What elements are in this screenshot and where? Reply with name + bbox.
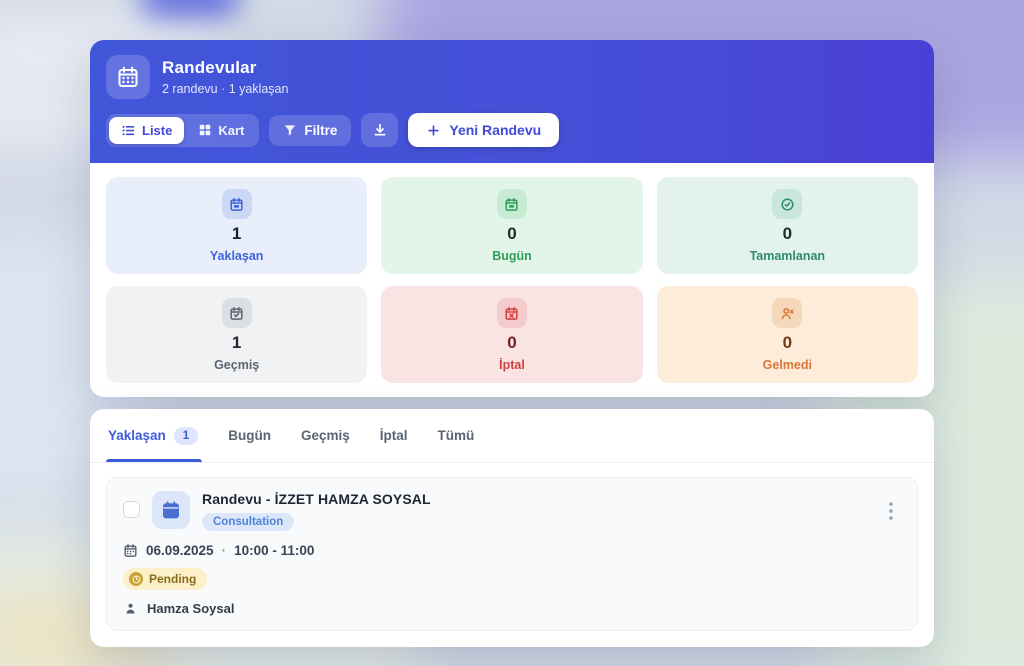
- appointment-type-badge: Consultation: [202, 513, 295, 531]
- person-name: Hamza Soysal: [147, 601, 235, 616]
- stat-label: Bugün: [492, 249, 532, 263]
- tab-label: Bugün: [228, 428, 271, 443]
- appointments-summary-panel: Randevular 2 randevu · 1 yaklaşan Liste: [90, 40, 934, 397]
- stat-card-tamamlanan[interactable]: 0 Tamamlanan: [656, 177, 918, 274]
- tab-yaklasan[interactable]: Yaklaşan 1: [105, 409, 203, 462]
- calendar-icon: [221, 189, 252, 219]
- list-view-button[interactable]: Liste: [109, 116, 185, 144]
- page-subtitle: 2 randevu · 1 yaklaşan: [162, 82, 289, 96]
- appointment-date: 06.09.2025: [146, 543, 214, 558]
- appointment-card[interactable]: Randevu - İZZET HAMZA SOYSAL Consultatio…: [106, 477, 918, 631]
- background-blur: [140, 0, 240, 16]
- appointments-list-panel: Yaklaşan 1 Bugün Geçmiş İptal Tümü Rande…: [90, 409, 934, 647]
- stat-label: İptal: [499, 358, 525, 372]
- appointment-checkbox[interactable]: [123, 501, 140, 518]
- stat-value: 0: [782, 333, 793, 352]
- stat-label: Tamamlanan: [749, 249, 826, 263]
- appointment-menu-button[interactable]: [879, 498, 903, 524]
- check-circle-icon: [772, 189, 803, 219]
- appointments-header: Randevular 2 randevu · 1 yaklaşan Liste: [90, 40, 934, 163]
- stat-card-gelmedi[interactable]: 0 Gelmedi: [656, 286, 918, 383]
- stat-value: 1: [231, 333, 242, 352]
- person-icon: [123, 601, 138, 616]
- tab-label: Tümü: [437, 428, 475, 443]
- appointment-datetime: 06.09.2025 · 10:00 - 11:00: [123, 543, 901, 558]
- stat-card-yaklasan[interactable]: 1 Yaklaşan: [106, 177, 368, 274]
- tab-iptal[interactable]: İptal: [380, 409, 408, 462]
- appointment-title: Randevu - İZZET HAMZA SOYSAL: [202, 491, 431, 507]
- stats-grid: 1 Yaklaşan 0 Bugün 0 Tamamlanan 1 Geçmiş…: [90, 163, 934, 397]
- appointment-heading: Randevu - İZZET HAMZA SOYSAL Consultatio…: [202, 491, 431, 531]
- export-button[interactable]: [361, 113, 399, 147]
- stat-label: Gelmedi: [762, 358, 812, 372]
- status-label: Pending: [149, 572, 197, 586]
- appointments-list: Randevu - İZZET HAMZA SOYSAL Consultatio…: [90, 463, 934, 647]
- calendar-check-icon: [221, 298, 252, 328]
- stat-value: 0: [507, 333, 517, 352]
- new-appointment-label: Yeni Randevu: [449, 122, 542, 138]
- tab-label: Yaklaşan: [108, 428, 166, 443]
- header-text: Randevular 2 randevu · 1 yaklaşan: [162, 58, 288, 96]
- calendar-icon: [496, 189, 527, 219]
- tab-tumu[interactable]: Tümü: [438, 409, 475, 462]
- separator-dot: ·: [221, 543, 227, 558]
- filter-label: Filtre: [304, 122, 338, 138]
- plus-icon: [426, 123, 441, 138]
- stat-card-gecmis[interactable]: 1 Geçmiş: [106, 286, 368, 383]
- stat-value: 1: [231, 224, 242, 243]
- list-view-label: Liste: [142, 122, 173, 138]
- calendar-icon: [106, 55, 150, 99]
- filter-icon: [283, 123, 297, 137]
- user-x-icon: [772, 298, 803, 328]
- stat-label: Yaklaşan: [209, 249, 264, 263]
- calendar-x-icon: [496, 298, 527, 328]
- stat-card-iptal[interactable]: 0 İptal: [381, 286, 643, 383]
- appointment-time: 10:00 - 11:00: [234, 543, 315, 558]
- tab-label: Geçmiş: [300, 428, 350, 443]
- tab-label: İptal: [379, 428, 408, 443]
- tab-gecmis[interactable]: Geçmiş: [301, 409, 350, 462]
- grid-icon: [198, 123, 212, 137]
- appointments-module: Randevular 2 randevu · 1 yaklaşan Liste: [90, 40, 934, 647]
- stat-value: 0: [507, 224, 517, 243]
- status-badge: Pending: [123, 568, 208, 590]
- tab-count-badge: 1: [173, 426, 199, 445]
- clock-icon: [129, 572, 143, 586]
- stat-card-bugun[interactable]: 0 Bugün: [381, 177, 643, 274]
- calendar-icon: [123, 543, 138, 558]
- stat-label: Geçmiş: [214, 358, 260, 372]
- filter-button[interactable]: Filtre: [269, 114, 352, 146]
- calendar-icon: [152, 491, 190, 529]
- card-view-button[interactable]: Kart: [186, 117, 256, 144]
- list-tabs: Yaklaşan 1 Bugün Geçmiş İptal Tümü: [90, 409, 934, 463]
- card-view-label: Kart: [218, 122, 245, 138]
- view-toggle: Liste Kart: [106, 113, 260, 147]
- list-icon: [121, 123, 136, 138]
- page-title: Randevular: [162, 58, 257, 77]
- download-icon: [372, 122, 388, 138]
- appointment-person: Hamza Soysal: [123, 601, 901, 616]
- tab-bugun[interactable]: Bugün: [228, 409, 271, 462]
- new-appointment-button[interactable]: Yeni Randevu: [408, 113, 560, 147]
- stat-value: 0: [782, 224, 793, 243]
